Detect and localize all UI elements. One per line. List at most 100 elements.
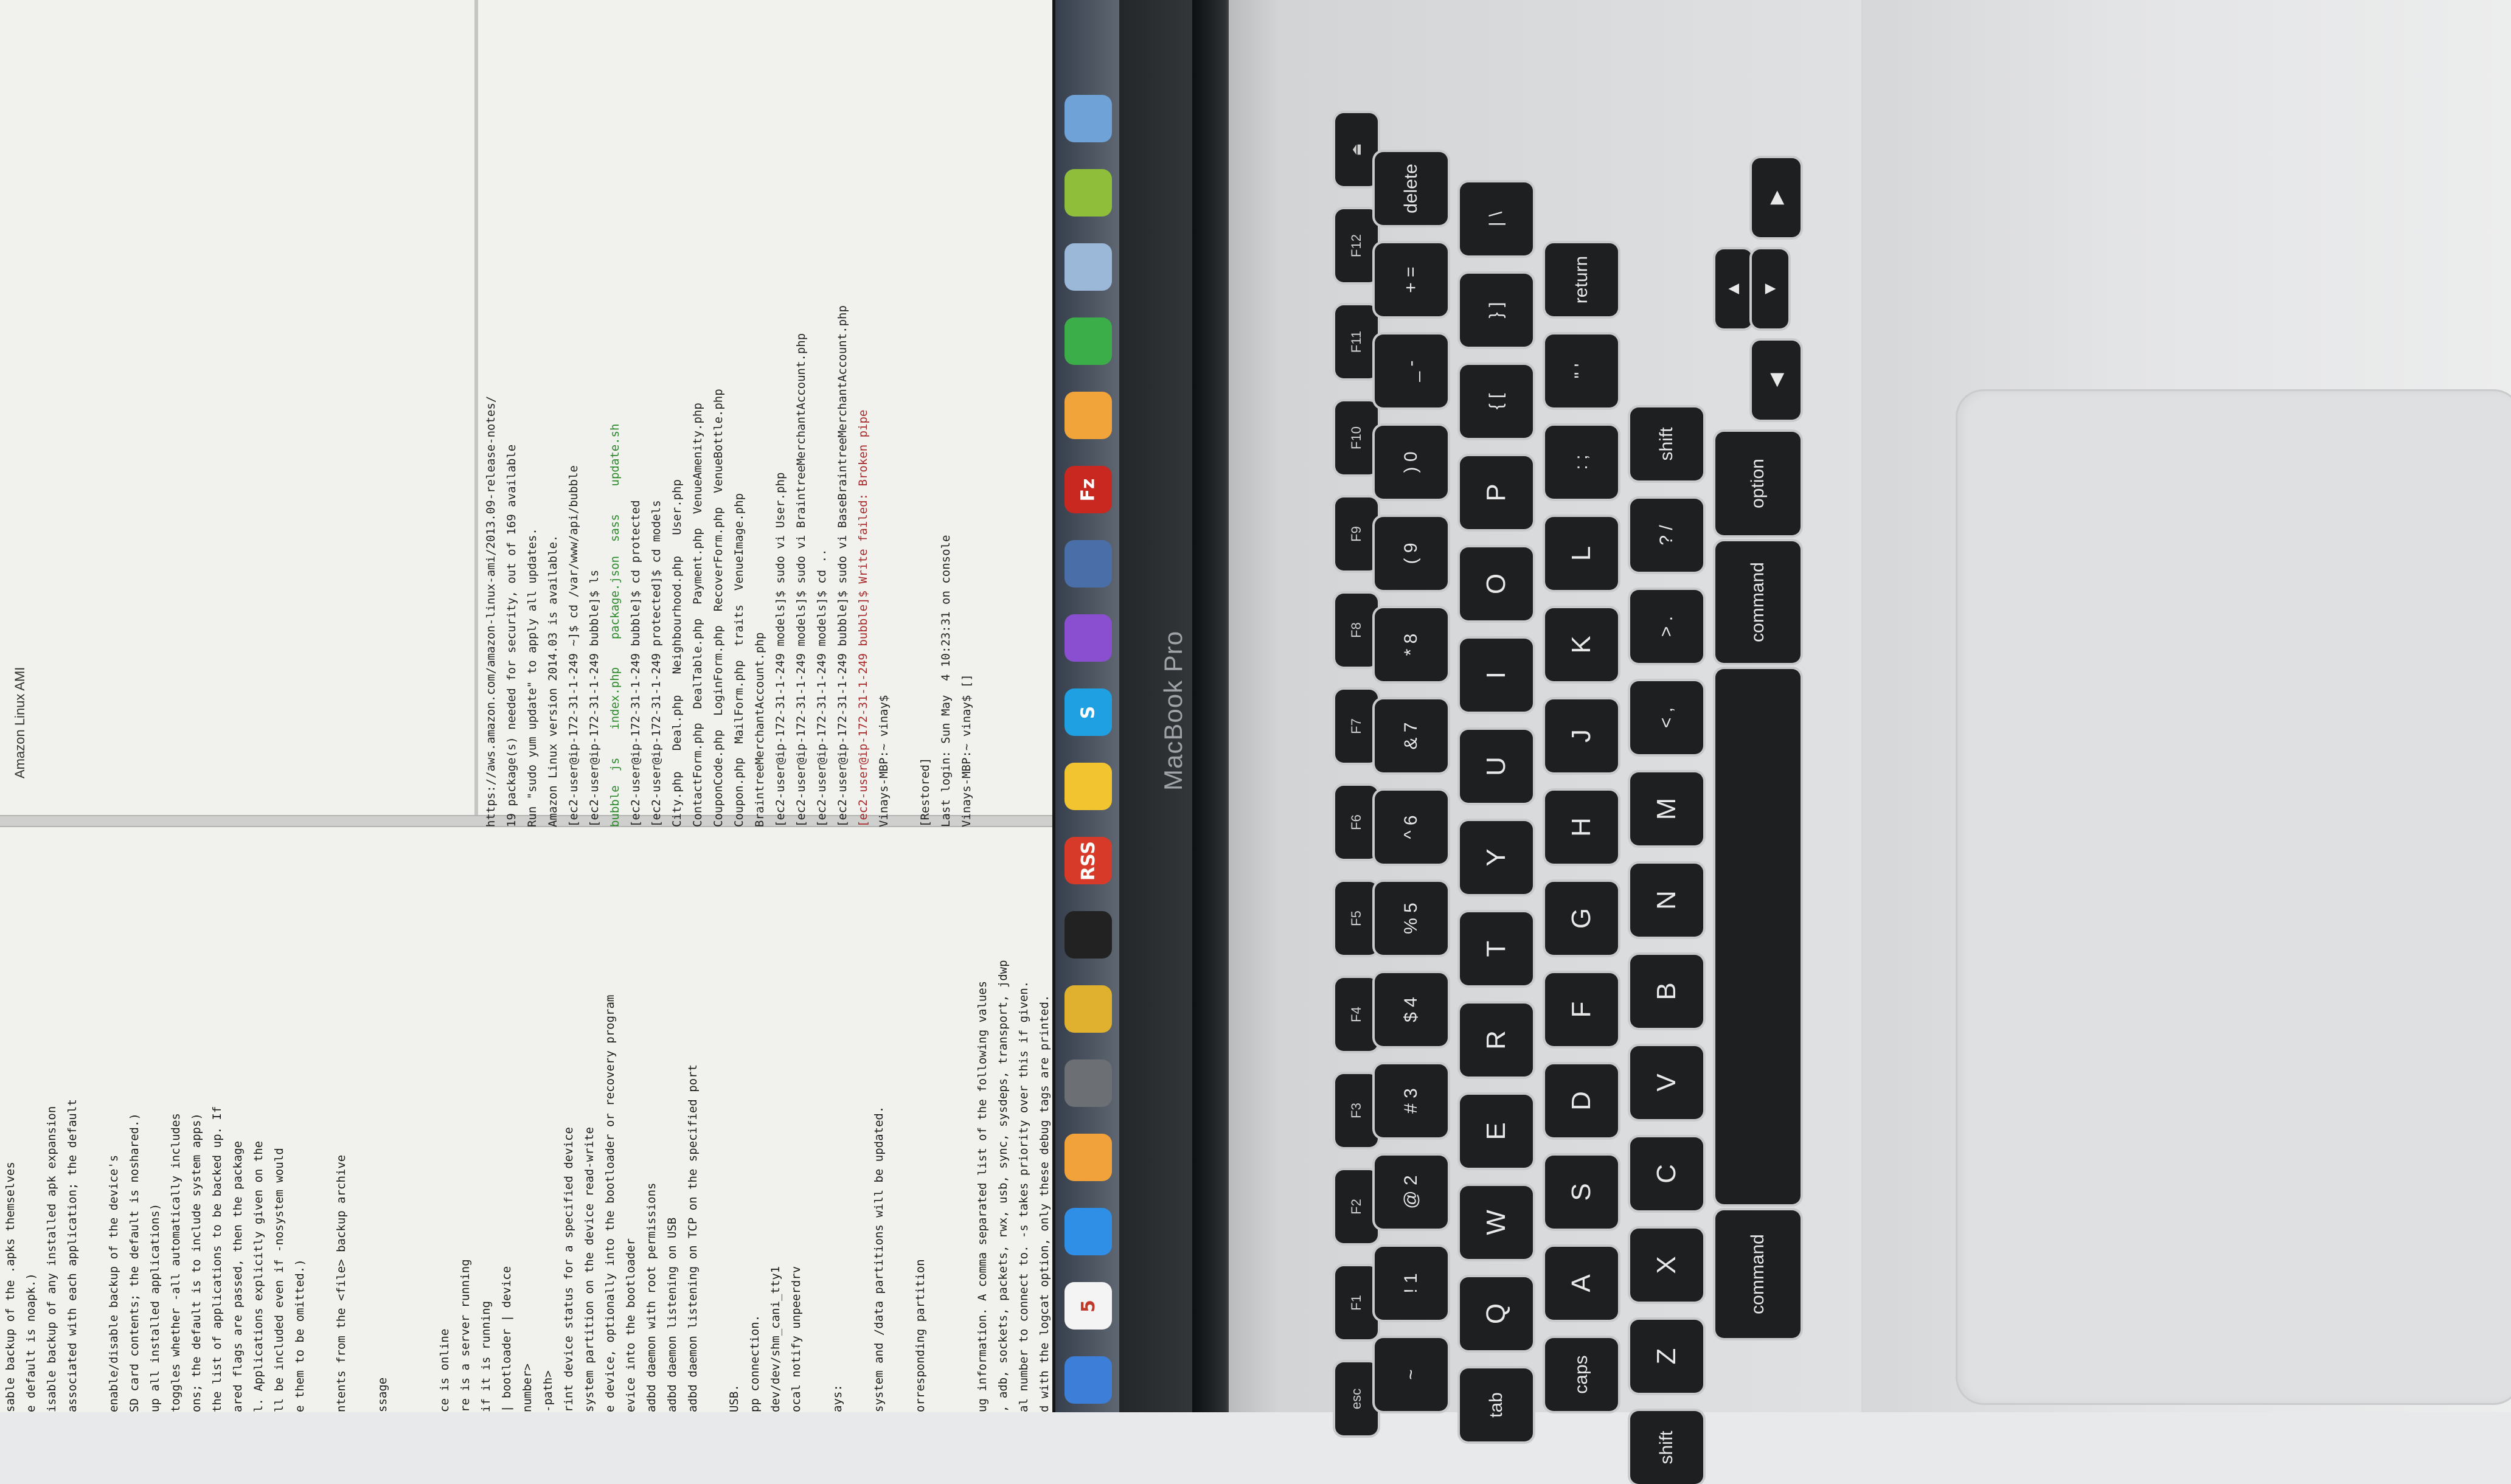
arrow-down-key[interactable]: ▼	[1752, 249, 1788, 328]
fn-key-7[interactable]: F7	[1335, 690, 1378, 763]
top-row-key-10[interactable]: P	[1460, 456, 1533, 529]
number-key-13[interactable]: delete	[1375, 152, 1448, 225]
top-row-key-2[interactable]: W	[1460, 1186, 1533, 1259]
dock-skype-icon[interactable]: S	[1064, 688, 1112, 736]
bottom-row-key-6[interactable]: N	[1630, 864, 1703, 937]
bottom-row-key-11[interactable]: shift	[1630, 407, 1703, 480]
number-key-3[interactable]: # 3	[1375, 1064, 1448, 1137]
bottom-row-key-10[interactable]: ? /	[1630, 499, 1703, 572]
dock-itunes-icon[interactable]	[1064, 614, 1112, 662]
fn-key-3[interactable]: F3	[1335, 1074, 1378, 1147]
dock-rss-icon[interactable]: RSS	[1064, 837, 1112, 884]
bottom-row-key-11-label: shift	[1656, 427, 1676, 461]
dock-android-icon[interactable]	[1064, 169, 1112, 217]
arrow-left-key[interactable]: ◀	[1752, 341, 1801, 420]
dock-notes-icon[interactable]	[1064, 763, 1112, 810]
fn-key-11[interactable]: F11	[1335, 305, 1378, 378]
home-row-key-0[interactable]: caps	[1545, 1338, 1618, 1411]
home-row-key-8[interactable]: K	[1545, 608, 1618, 681]
dock-photo-icon[interactable]	[1064, 1134, 1112, 1181]
terminal-left-pane[interactable]: sable backup of the .apks themselves e de…	[0, 0, 1051, 1412]
bottom-row-key-5[interactable]: B	[1630, 955, 1703, 1028]
command-left-key[interactable]: command	[1715, 1210, 1801, 1338]
arrow-up-key[interactable]: ▲	[1715, 249, 1752, 328]
dock-terminal-icon[interactable]	[1064, 911, 1112, 959]
top-row-key-5[interactable]: T	[1460, 912, 1533, 985]
terminal-split-divider[interactable]	[474, 0, 478, 815]
top-row-key-3[interactable]: E	[1460, 1095, 1533, 1168]
number-key-7[interactable]: & 7	[1375, 699, 1448, 772]
trackpad[interactable]	[1956, 389, 2511, 1405]
dock-preview-icon[interactable]	[1064, 243, 1112, 291]
number-key-10[interactable]: ) 0	[1375, 426, 1448, 499]
fn-key-1[interactable]: F1	[1335, 1266, 1378, 1339]
fn-key-4[interactable]: F4	[1335, 978, 1378, 1051]
top-row-key-9[interactable]: O	[1460, 547, 1533, 620]
dock-chrome-icon[interactable]	[1064, 985, 1112, 1033]
dock-calendar-icon[interactable]: 5	[1064, 1282, 1112, 1330]
bottom-row-key-4[interactable]: V	[1630, 1046, 1703, 1119]
fn-key-8[interactable]: F8	[1335, 594, 1378, 667]
home-row-key-7[interactable]: J	[1545, 699, 1618, 772]
dock-xcode-icon[interactable]	[1064, 540, 1112, 588]
home-row-key-10[interactable]: : ;	[1545, 426, 1618, 499]
number-key-12[interactable]: + =	[1375, 243, 1448, 316]
fn-key-0[interactable]: esc	[1335, 1362, 1378, 1435]
fn-key-10[interactable]: F10	[1335, 401, 1378, 474]
fn-key-2[interactable]: F2	[1335, 1170, 1378, 1243]
dock-sublime-icon[interactable]	[1064, 392, 1112, 439]
top-row-key-13[interactable]: | \	[1460, 182, 1533, 255]
fn-key-6[interactable]: F6	[1335, 786, 1378, 859]
top-row-key-8[interactable]: I	[1460, 639, 1533, 712]
fn-key-13[interactable]: ⏏	[1335, 113, 1378, 186]
dock-finder-icon[interactable]	[1064, 1356, 1112, 1404]
bottom-row-key-8[interactable]: < ,	[1630, 681, 1703, 754]
fn-key-12[interactable]: F12	[1335, 209, 1378, 282]
home-row-key-4[interactable]: F	[1545, 973, 1618, 1046]
home-row-key-5[interactable]: G	[1545, 882, 1618, 955]
bottom-row-key-2[interactable]: X	[1630, 1229, 1703, 1302]
dock-evernote-icon[interactable]	[1064, 317, 1112, 365]
home-row-key-2[interactable]: S	[1545, 1156, 1618, 1229]
home-row-key-9[interactable]: L	[1545, 517, 1618, 590]
command-right-key[interactable]: command	[1715, 541, 1801, 663]
number-key-6[interactable]: ^ 6	[1375, 791, 1448, 864]
bottom-row-key-7[interactable]: M	[1630, 772, 1703, 845]
home-row-key-12[interactable]: return	[1545, 243, 1618, 316]
fn-key-9[interactable]: F9	[1335, 498, 1378, 570]
home-row-key-4-label: F	[1566, 1001, 1596, 1018]
terminal-right-pane[interactable]: https://aws.amazon.com/amazon-linux-ami/…	[481, 0, 1004, 827]
dock-system-preferences-icon[interactable]	[1064, 1059, 1112, 1107]
number-key-2[interactable]: @ 2	[1375, 1156, 1448, 1229]
number-key-11[interactable]: _ -	[1375, 335, 1448, 407]
number-key-8[interactable]: * 8	[1375, 608, 1448, 681]
number-key-9[interactable]: ( 9	[1375, 517, 1448, 590]
number-key-4[interactable]: $ 4	[1375, 973, 1448, 1046]
home-row-key-3[interactable]: D	[1545, 1064, 1618, 1137]
bottom-row-key-1[interactable]: Z	[1630, 1320, 1703, 1393]
bottom-row-key-9[interactable]: > .	[1630, 590, 1703, 663]
top-row-key-6[interactable]: Y	[1460, 821, 1533, 894]
top-row-key-0[interactable]: tab	[1460, 1368, 1533, 1441]
fn-key-5[interactable]: F5	[1335, 882, 1378, 955]
home-row-key-1[interactable]: A	[1545, 1247, 1618, 1320]
number-key-0[interactable]: ~	[1375, 1338, 1448, 1411]
top-row-key-12[interactable]: } ]	[1460, 274, 1533, 347]
top-row-key-4[interactable]: R	[1460, 1004, 1533, 1077]
option-right-key[interactable]: option	[1715, 432, 1801, 535]
bottom-row-key-3[interactable]: C	[1630, 1137, 1703, 1210]
number-key-5[interactable]: % 5	[1375, 882, 1448, 955]
dock-downloads-icon[interactable]	[1064, 95, 1112, 142]
arrow-right-key[interactable]: ▶	[1752, 158, 1801, 237]
space-bar[interactable]	[1715, 669, 1801, 1204]
dock-filezilla-icon[interactable]: Fz	[1064, 466, 1112, 513]
top-row-key-1[interactable]: Q	[1460, 1277, 1533, 1350]
home-row-key-6[interactable]: H	[1545, 791, 1618, 864]
dock-app-store-icon[interactable]	[1064, 1208, 1112, 1255]
number-key-1[interactable]: ! 1	[1375, 1247, 1448, 1320]
arrow-right-key-label: ▶	[1766, 190, 1787, 205]
top-row-key-11[interactable]: { [	[1460, 365, 1533, 438]
home-row-key-11[interactable]: " '	[1545, 335, 1618, 407]
bottom-row-key-0[interactable]: shift	[1630, 1411, 1703, 1484]
top-row-key-7[interactable]: U	[1460, 730, 1533, 803]
